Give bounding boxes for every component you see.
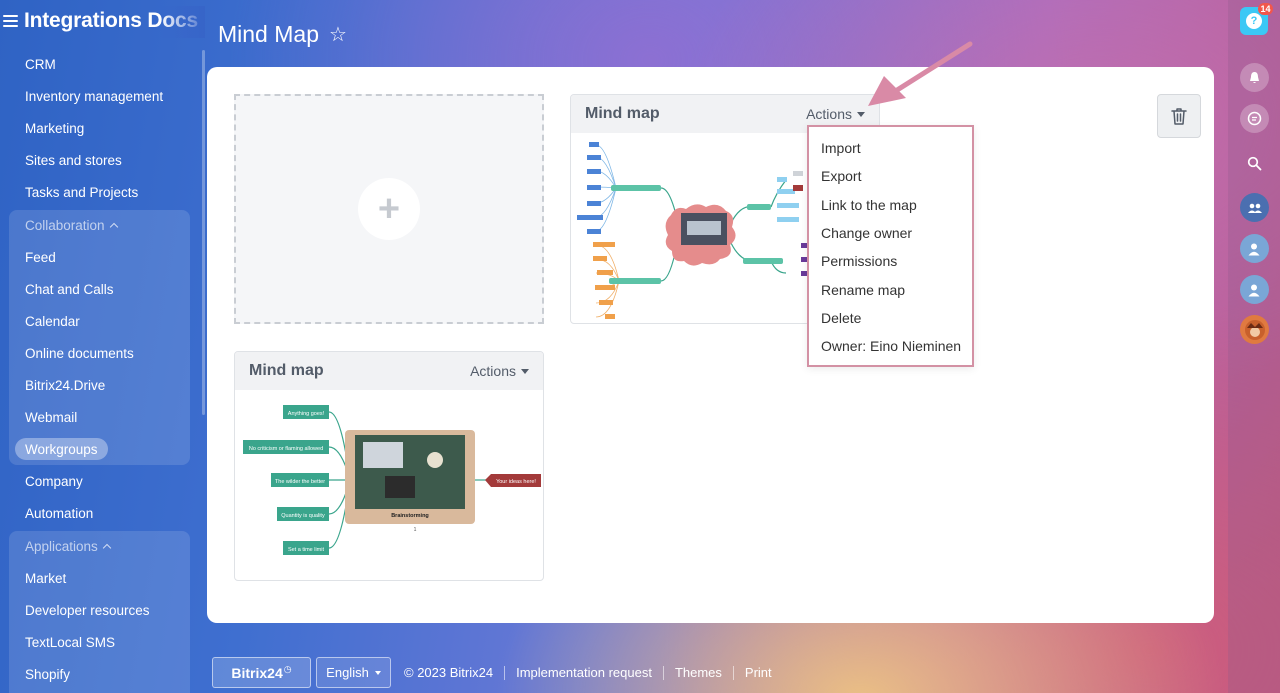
node-label: Anything goes!: [288, 411, 325, 417]
applications-group-title[interactable]: Applications: [25, 539, 112, 554]
sidebar-item-drive[interactable]: Bitrix24.Drive: [25, 378, 105, 393]
chevron-up-icon: [109, 222, 118, 232]
collaboration-group: [9, 210, 190, 465]
delete-button[interactable]: [1157, 94, 1201, 138]
sidebar-item-online-documents[interactable]: Online documents: [25, 346, 134, 361]
menu-item-import[interactable]: Import: [809, 134, 972, 162]
copyright-text: © 2023 Bitrix24: [404, 665, 494, 680]
plus-icon: +: [358, 178, 420, 240]
sidebar-item-tasks[interactable]: Tasks and Projects: [25, 185, 138, 200]
bitrix24-logo[interactable]: Bitrix24 ◷: [212, 657, 311, 688]
chat-icon: [1247, 111, 1262, 126]
mind-map-preview: Anything goes! No criticism or flaming a…: [243, 405, 541, 555]
menu-item-delete[interactable]: Delete: [809, 304, 972, 332]
notifications-button[interactable]: [1240, 63, 1269, 92]
count-label: 1: [414, 527, 417, 533]
themes-link[interactable]: Themes: [675, 665, 722, 680]
sidebar-item-market[interactable]: Market: [25, 571, 66, 586]
sidebar-item-company[interactable]: Company: [25, 474, 83, 489]
implementation-request-link[interactable]: Implementation request: [516, 665, 652, 680]
menu-item-permissions[interactable]: Permissions: [809, 247, 972, 275]
user-avatar[interactable]: [1240, 275, 1269, 304]
question-icon: ?: [1246, 13, 1262, 29]
footer: Bitrix24 ◷ English © 2023 Bitrix24 Implem…: [212, 657, 772, 688]
sidebar-item-calendar[interactable]: Calendar: [25, 314, 80, 329]
right-toolbar: ?: [1228, 0, 1280, 693]
mind-map-card[interactable]: Mind map Actions Anything goes! No criti…: [234, 351, 544, 581]
node-label: The wilder the better: [275, 479, 325, 485]
chevron-up-icon: [102, 543, 112, 553]
clock-icon: ◷: [283, 664, 292, 674]
language-selector[interactable]: English: [316, 657, 391, 688]
menu-item-link[interactable]: Link to the map: [809, 191, 972, 219]
sidebar-item-textlocal[interactable]: TextLocal SMS: [25, 635, 115, 650]
menu-item-rename[interactable]: Rename map: [809, 275, 972, 303]
node-label: Quantity is quality: [281, 513, 325, 519]
users-icon: [1247, 203, 1262, 213]
actions-dropdown-menu: Import Export Link to the map Change own…: [807, 125, 974, 367]
user-avatar[interactable]: [1240, 315, 1269, 344]
sidebar-item-webmail[interactable]: Webmail: [25, 410, 77, 425]
avatar-photo-icon: [1244, 319, 1265, 340]
sidebar-item-inventory[interactable]: Inventory management: [25, 89, 163, 104]
sidebar-item-developer[interactable]: Developer resources: [25, 603, 150, 618]
card-title: Mind map: [249, 362, 324, 379]
page-title: Mind Map ☆: [218, 21, 347, 47]
sidebar-item-chat[interactable]: Chat and Calls: [25, 282, 114, 297]
node-label: Set a time limit: [288, 547, 325, 553]
caret-down-icon: [521, 368, 529, 374]
sidebar-item-marketing[interactable]: Marketing: [25, 121, 84, 136]
menu-item-owner[interactable]: Owner: Eino Nieminen: [809, 332, 972, 360]
trash-icon: [1171, 108, 1187, 125]
user-icon: [1248, 243, 1259, 255]
user-icon: [1248, 284, 1259, 296]
left-sidebar: Integrations Docs CRM Inventory manageme…: [0, 0, 205, 693]
notifications-badge: 14: [1258, 3, 1273, 15]
caret-down-icon: [857, 111, 865, 117]
bell-icon: [1250, 72, 1259, 83]
group-chat-avatar[interactable]: [1240, 193, 1269, 222]
card-title: Mind map: [585, 105, 660, 122]
add-map-tile[interactable]: +: [234, 94, 544, 324]
user-avatar[interactable]: [1240, 234, 1269, 263]
collaboration-group-title[interactable]: Collaboration: [25, 218, 118, 233]
caret-down-icon: [374, 670, 381, 675]
sidebar-item-feed[interactable]: Feed: [25, 250, 56, 265]
main-panel: + Mind map Actions Mind map Actions Anyt…: [207, 67, 1214, 623]
annotation-arrow-icon: [868, 41, 973, 106]
sidebar-item-automation[interactable]: Automation: [25, 506, 93, 521]
chat-button[interactable]: [1240, 104, 1269, 133]
menu-icon[interactable]: [3, 15, 18, 27]
node-label: No criticism or flaming allowed: [249, 446, 323, 452]
search-icon: [1247, 156, 1262, 171]
center-node-label: Brainstorming: [391, 513, 429, 519]
star-icon[interactable]: ☆: [329, 22, 347, 47]
menu-item-change-owner[interactable]: Change owner: [809, 219, 972, 247]
search-button[interactable]: [1240, 149, 1269, 178]
menu-item-export[interactable]: Export: [809, 162, 972, 190]
sidebar-item-crm[interactable]: CRM: [25, 57, 56, 72]
sidebar-scrollbar[interactable]: [202, 50, 205, 415]
actions-button[interactable]: Actions: [470, 363, 529, 379]
sidebar-item-shopify[interactable]: Shopify: [25, 667, 70, 682]
print-link[interactable]: Print: [745, 665, 772, 680]
node-label: Your ideas here!: [496, 479, 536, 485]
sidebar-item-sites[interactable]: Sites and stores: [25, 153, 122, 168]
actions-button[interactable]: Actions: [806, 106, 865, 122]
sidebar-item-workgroups[interactable]: Workgroups: [25, 442, 98, 457]
